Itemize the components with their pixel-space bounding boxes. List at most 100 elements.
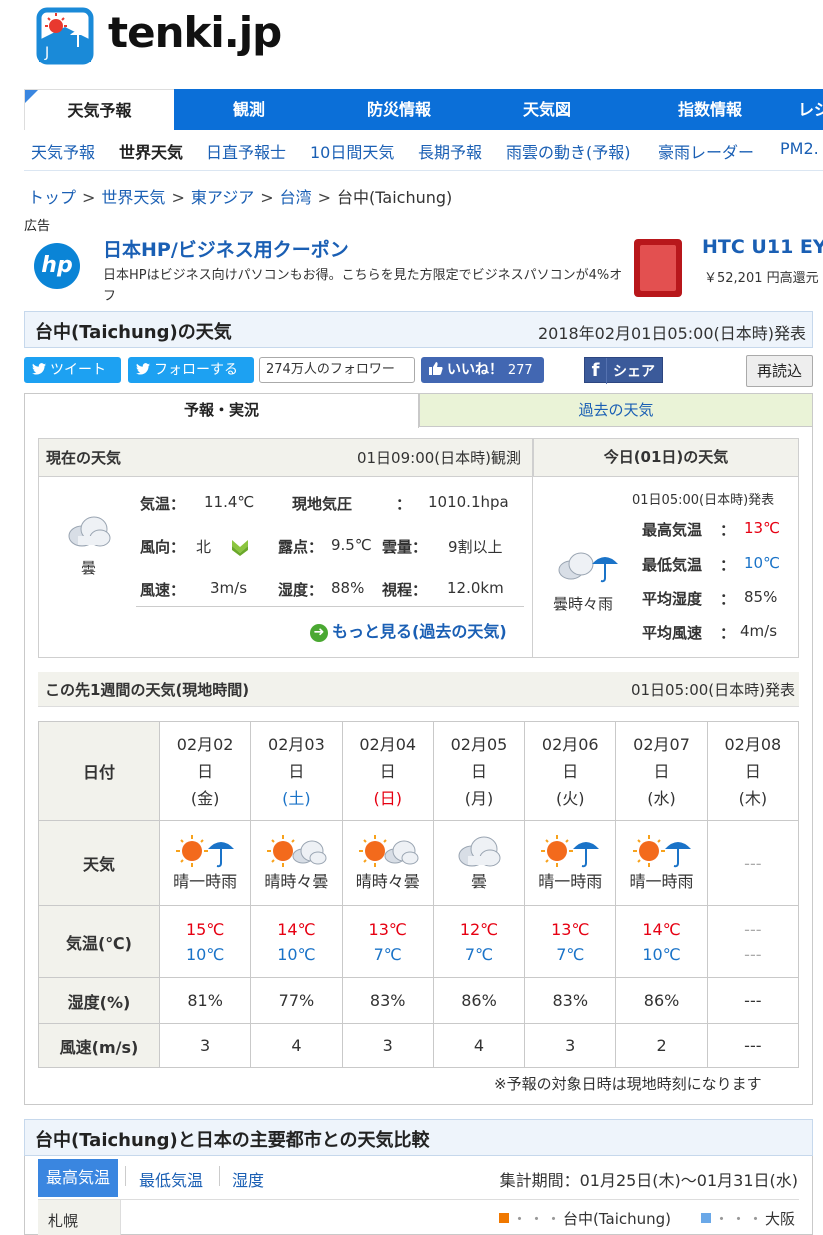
wind-speed-label: 風速： (140, 581, 186, 599)
date-cell: 02月06 日 (火) (524, 721, 617, 821)
legend-swatch-osaka (701, 1213, 711, 1223)
ad2-description: ￥52,201 円高還元 (704, 271, 819, 286)
site-logo-icon[interactable]: J (36, 7, 94, 65)
phone-image-icon[interactable] (634, 239, 682, 297)
row-label-temp: 気温(℃) (38, 905, 160, 978)
issued-time: 2018年02月01日05:00(日本時)発表 (537, 324, 806, 343)
reload-button[interactable]: 再読込 (746, 355, 813, 387)
sun-cloud-icon (358, 835, 419, 867)
sun-umbrella-icon (541, 835, 600, 868)
legend-dots: ・・・ (714, 1210, 766, 1228)
breadcrumb: トップ > 世界天気 > 東アジア > 台湾 > 台中(Taichung) (28, 188, 453, 207)
sub-nav-forecaster[interactable]: 日直予報士 (206, 139, 286, 163)
sub-nav-pm25[interactable]: PM2. (780, 139, 819, 158)
today-weather-text: 曇時々雨 (553, 595, 614, 613)
colon: ： (720, 521, 736, 539)
sub-nav-long-range[interactable]: 長期予報 (418, 139, 482, 163)
today-max-label: 最高気温 (642, 521, 703, 539)
table-row: 気温(℃) 15℃ 10℃ 14℃ 10℃ 13℃ 7℃ 12℃ 7℃ 13℃ 7℃ 14… (38, 905, 800, 978)
wind-cell: --- (706, 1023, 800, 1068)
humidity-cell: --- (706, 977, 800, 1024)
visibility-value: 12.0km (447, 579, 504, 597)
thumbs-up-icon (429, 362, 443, 375)
main-nav-tab-weather-map[interactable]: 天気図 (492, 89, 602, 130)
weather-cell: 晴一時雨 (524, 820, 617, 906)
forecast-note: ※予報の対象日時は現地時刻になります (494, 1075, 762, 1093)
sub-nav-world[interactable]: 世界天気 (119, 139, 183, 163)
main-nav-tab-forecast[interactable]: 天気予報 (24, 89, 174, 130)
compare-tab-humidity[interactable]: 湿度 (232, 1167, 264, 1191)
table-row: 湿度(%) 81% 77% 83% 86% 83% 86% --- (38, 977, 800, 1024)
wind-cell: 3 (158, 1023, 252, 1068)
weekly-table: 日付 02月02 日 (金) 02月03 日 (土) 02月04 日 (日) 02月05 日(… (38, 721, 800, 1068)
wind-cell: 4 (432, 1023, 526, 1068)
weather-cell: 晴一時雨 (615, 820, 708, 906)
ad1-title-link[interactable]: 日本HP/ビジネス用クーポン (103, 235, 349, 262)
row-label-date: 日付 (38, 721, 160, 821)
temp-value: 11.4℃ (204, 493, 255, 511)
comparison-city-label: 札幌 (38, 1200, 121, 1235)
weather-cell: --- (706, 820, 800, 906)
table-row: 天気 晴一時雨 晴時々曇 晴時々曇 曇 晴一時雨 晴一時雨 --- (38, 820, 800, 906)
legend-label-osaka: 大阪 (765, 1210, 796, 1228)
today-humidity-label: 平均湿度 (642, 590, 703, 608)
weekly-header: この先1週間の天気(現地時間) 01日05:00(日本時)発表 (38, 672, 799, 707)
current-weather-header: 現在の天気 01日09:00(日本時)観測 (39, 439, 533, 477)
wind-cell: 4 (250, 1023, 343, 1068)
svg-text:J: J (44, 45, 49, 61)
sub-nav-rain-cloud[interactable]: 雨雲の動き(予報) (506, 139, 631, 163)
more-past-weather-link[interactable]: ➜ もっと見る(過去の天気) (310, 618, 507, 642)
temp-label: 気温： (140, 495, 186, 513)
tab-past-weather[interactable]: 過去の天気 (419, 393, 813, 427)
legend-swatch-taichung (499, 1213, 509, 1223)
ad1-description: 日本HPはビジネス向けパソコンもお得。こちらを見た方限定でビジネスパソコンが4%… (103, 268, 623, 304)
cloud-rain-icon (556, 548, 618, 588)
wind-speed-value: 3m/s (210, 579, 248, 597)
breadcrumb-top[interactable]: トップ (28, 188, 76, 207)
comparison-period: 集計期間：01月25日(木)〜01月31日(水) (499, 1171, 798, 1190)
sub-nav-radar[interactable]: 豪雨レーダー (658, 139, 754, 163)
page-title: 台中(Taichung)の天気 (35, 322, 232, 343)
compare-tab-max-temp[interactable]: 最高気温 (38, 1159, 118, 1197)
row-label-weather: 天気 (38, 820, 160, 906)
main-nav-tab-index[interactable]: 指数情報 (650, 89, 770, 130)
site-name[interactable]: tenki.jp (108, 8, 282, 57)
main-nav-tab-leisure[interactable]: レジ (798, 89, 823, 130)
hp-logo-icon[interactable]: hp (34, 243, 80, 289)
wind-direction-arrow-icon (231, 538, 249, 560)
follow-button[interactable]: フォローする (128, 357, 254, 383)
facebook-icon: f (585, 358, 607, 384)
facebook-share-button[interactable]: f シェア (584, 357, 663, 384)
weather-cell: 曇 (432, 820, 526, 906)
tweet-button[interactable]: ツイート (24, 357, 121, 383)
pressure-colon: ： (396, 495, 412, 513)
temp-cell: 14℃ 10℃ (615, 905, 708, 978)
humidity-cell: 86% (615, 977, 708, 1024)
sub-nav-forecast[interactable]: 天気予報 (31, 139, 95, 163)
temp-cell: 13℃ 7℃ (524, 905, 617, 978)
main-nav-tab-disaster[interactable]: 防災情報 (344, 89, 454, 130)
like-button[interactable]: いいね！ 277 (421, 357, 544, 383)
twitter-bird-icon (136, 363, 150, 375)
humidity-cell: 81% (158, 977, 252, 1024)
breadcrumb-east-asia[interactable]: 東アジア (191, 188, 254, 207)
weather-cell: 晴時々曇 (341, 820, 434, 906)
ad2-title-link[interactable]: HTC U11 EY (702, 236, 823, 258)
compare-tab-min-temp[interactable]: 最低気温 (139, 1167, 203, 1191)
cloud-cover-label: 雲量： (382, 538, 428, 556)
forecast-tabs: 予報・実況 過去の天気 (24, 393, 813, 428)
tab-forecast[interactable]: 予報・実況 (24, 393, 419, 428)
breadcrumb-world[interactable]: 世界天気 (101, 188, 165, 207)
sub-nav-10day[interactable]: 10日間天気 (310, 139, 394, 163)
breadcrumb-taiwan[interactable]: 台湾 (280, 188, 312, 207)
follower-count: 274万人のフォロワー (259, 357, 415, 383)
today-min-value: 10℃ (744, 554, 780, 572)
cloud-cover-value: 9割以上 (448, 538, 503, 556)
colon: ： (720, 556, 736, 574)
cloud-icon (66, 514, 112, 552)
visibility-label: 視程： (382, 581, 428, 599)
main-nav-tab-observation[interactable]: 観測 (194, 89, 304, 130)
cloud-icon (458, 836, 501, 867)
temp-cell: --- --- (706, 905, 800, 978)
date-cell: 02月02 日 (金) (158, 721, 252, 821)
